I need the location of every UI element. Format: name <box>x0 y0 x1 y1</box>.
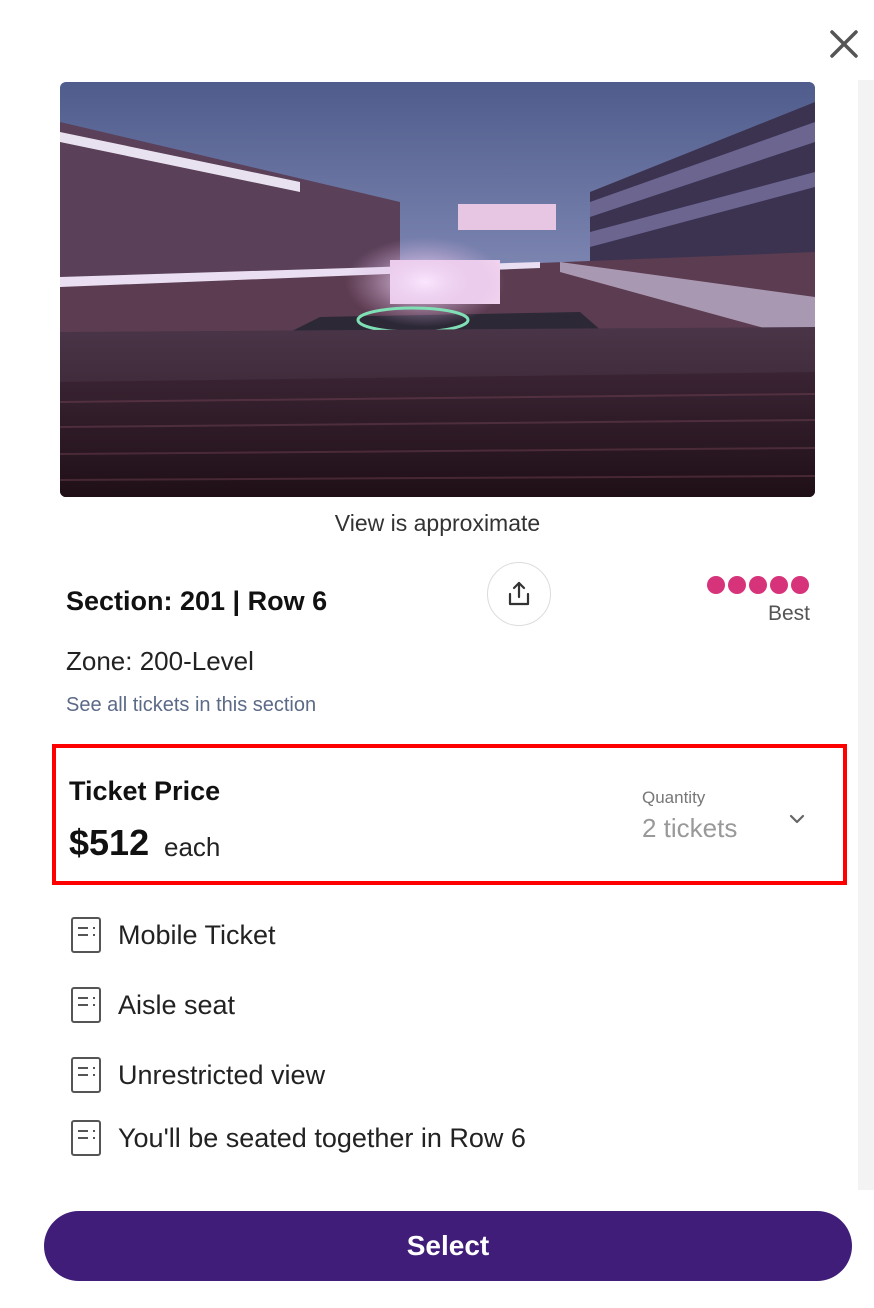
ticket-doc-icon <box>71 1120 101 1156</box>
feature-item-mobile-ticket: Mobile Ticket <box>70 916 276 954</box>
rating-dot <box>728 576 746 594</box>
feature-label: Mobile Ticket <box>118 919 276 950</box>
zone-label: Zone: 200-Level <box>66 646 254 676</box>
ticket-doc-icon <box>71 917 101 953</box>
share-button[interactable] <box>487 562 551 626</box>
ticket-doc-icon <box>71 987 101 1023</box>
ticket-price-amount: $512 <box>69 822 150 863</box>
quantity-dropdown[interactable]: Quantity 2 tickets <box>642 786 842 850</box>
seat-rating-label: Best <box>767 602 810 625</box>
ticket-price-unit: each <box>164 832 221 862</box>
rating-dot <box>749 576 767 594</box>
feature-label: Unrestricted view <box>118 1059 326 1090</box>
feature-label: You'll be seated together in Row 6 <box>118 1122 526 1153</box>
view-approximate-caption: View is approximate <box>334 510 541 536</box>
feature-item-unrestricted-view: Unrestricted view <box>70 1056 325 1094</box>
scrollbar-track[interactable] <box>858 80 874 1190</box>
chevron-down-icon <box>789 814 805 824</box>
ticket-price-label: Ticket Price <box>69 776 221 806</box>
quantity-label: Quantity <box>642 788 706 807</box>
seat-view-image <box>60 82 815 497</box>
select-button[interactable]: Select <box>44 1211 852 1281</box>
rating-dot <box>791 576 809 594</box>
seat-rating-dots <box>707 576 809 594</box>
ticket-price-panel: Ticket Price $512 each Quantity 2 ticket… <box>52 744 847 885</box>
rating-dot <box>770 576 788 594</box>
section-row-label: Section: 201 | Row 6 <box>66 586 328 616</box>
feature-item-seated-together: You'll be seated together in Row 6 <box>70 1119 526 1157</box>
rating-dot <box>707 576 725 594</box>
see-all-tickets-link[interactable]: See all tickets in this section <box>66 694 316 717</box>
ticket-doc-icon <box>71 1057 101 1093</box>
feature-item-aisle-seat: Aisle seat <box>70 986 235 1024</box>
feature-label: Aisle seat <box>118 989 236 1020</box>
share-icon <box>508 581 530 606</box>
quantity-value: 2 tickets <box>642 813 738 843</box>
close-button[interactable] <box>822 22 866 66</box>
close-icon <box>830 30 858 58</box>
